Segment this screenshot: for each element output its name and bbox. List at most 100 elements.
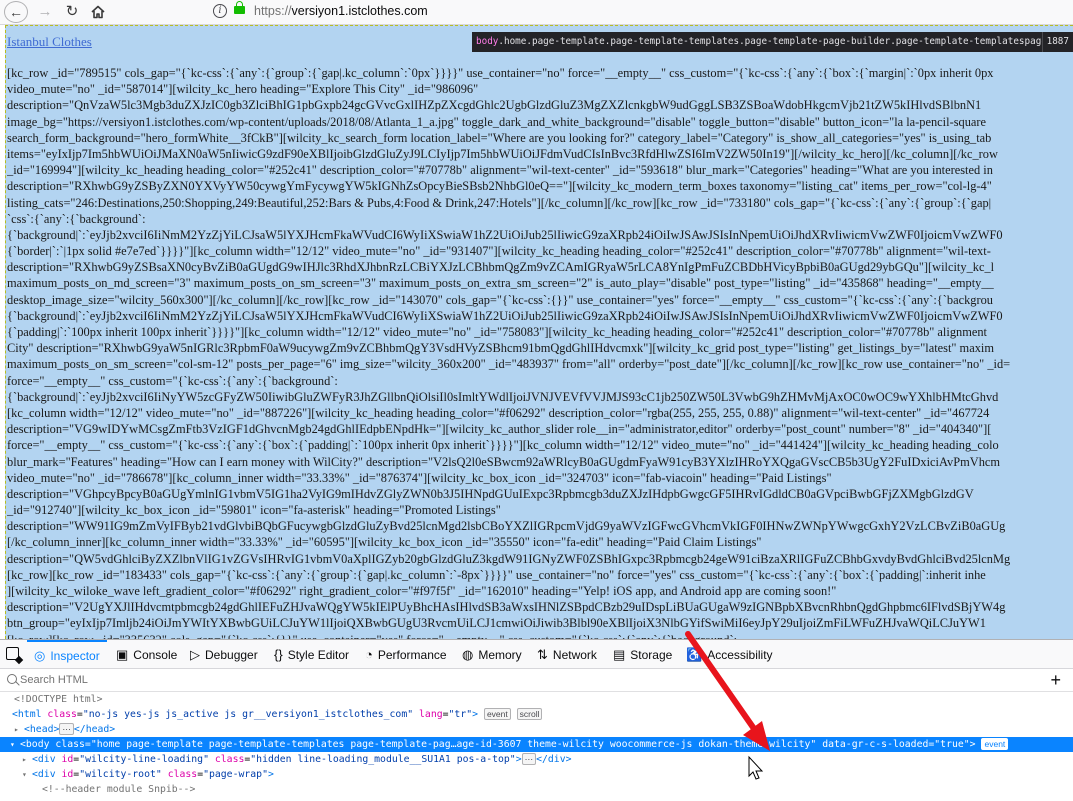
collapsed-ellipsis[interactable]: ⋯	[521, 753, 537, 765]
infobar-tag: body	[476, 36, 499, 47]
markup-view: <!DOCTYPE html> <html class="no-js yes-j…	[0, 692, 1073, 801]
tab-label: Console	[133, 647, 178, 662]
shortcode-line: maximum_posts_on_md_screen="3" maximum_p…	[7, 276, 994, 291]
shortcode-line: description="WW91IG9mZmVyIFByb21vdGlvbiB…	[7, 519, 1006, 534]
reload-button[interactable]: ↻	[58, 0, 86, 24]
tab-accessibility[interactable]: ♿ Accessibility	[686, 640, 773, 668]
comment-row[interactable]: <!--header module Snpib-->	[0, 782, 1073, 797]
tab-memory[interactable]: ◍ Memory	[462, 640, 522, 668]
forward-button[interactable]: →	[31, 0, 59, 24]
attr-name: class	[167, 769, 198, 780]
tab-style-editor[interactable]: {} Style Editor	[274, 640, 349, 668]
infobar-dimensions: 1887	[1041, 32, 1073, 52]
tab-console[interactable]: ▣ Console	[116, 640, 177, 668]
shortcode-line: [/kc_column_inner][kc_column_inner width…	[7, 535, 762, 550]
tab-storage[interactable]: ▤ Storage	[613, 640, 672, 668]
expand-arrow-icon[interactable]: ▸	[0, 722, 24, 737]
html-tag-name: html	[17, 709, 42, 720]
body-tag-name: body	[25, 739, 50, 750]
comment-text: <!--header module Snpib-->	[42, 784, 196, 795]
plus-icon: +	[1050, 670, 1061, 690]
debugger-icon: ▷	[190, 646, 200, 662]
console-icon: ▣	[116, 646, 129, 662]
devtools-tabbar: ◎ Inspector ▣ Console ▷ Debugger {} Style Ed…	[0, 640, 1073, 669]
shortcode-line: {`background|`:`eyJjb2xvciI6IiNyYW5zcGFy…	[7, 389, 999, 404]
shortcode-line: btn_group="eyIxIjp7Imljb24iOiJmYWItYXBwb…	[7, 616, 986, 631]
shortcode-line: maximum_posts_on_sm_screen="col-sm-12" p…	[7, 357, 1011, 372]
div-class-value: "hidden line-loading_module__SU1A1 pos-a…	[250, 754, 516, 765]
html-node-row[interactable]: <html class="no-js yes-js js_active js g…	[0, 707, 1073, 722]
shortcode-line: image_bg="https://versiyon1.istclothes.c…	[7, 114, 987, 129]
site-title-link[interactable]: Istanbul Clothes	[7, 34, 92, 50]
div-wilcity-root-row[interactable]: ▾ <div id="wilcity-root" class="page-wrap…	[0, 767, 1073, 782]
div-class-value: "page-wrap"	[203, 769, 268, 780]
shortcode-line: desktop_image_size="wilcity_560x300"][/k…	[7, 292, 993, 307]
body-node-row-selected[interactable]: ▾ <body class="home page-template page-te…	[0, 737, 1073, 752]
tab-performance[interactable]: ◔ Performance	[365, 640, 447, 668]
performance-icon: ◔	[365, 646, 373, 662]
shortcode-line: {`background|`:`eyJjb2xvciI6IiNmM2YzZjYi…	[7, 308, 1003, 323]
expand-arrow-icon[interactable]: ▸	[0, 752, 32, 767]
search-html-input[interactable]	[20, 671, 920, 689]
shortcode-line: [kc_row _id="789515" cols_gap="{`kc-css`…	[7, 66, 994, 80]
doctype-row[interactable]: <!DOCTYPE html>	[0, 692, 1073, 707]
network-icon: ⇅	[537, 646, 548, 662]
info-icon[interactable]: i	[213, 4, 227, 18]
back-button[interactable]: ←	[4, 1, 28, 23]
tab-label: Debugger	[205, 647, 258, 662]
shortcode-line: [kc_row][kc_row _id="335632" cols_gap="{…	[7, 632, 1073, 639]
div-close-tag: </div>	[536, 754, 572, 765]
shortcode-line: {`border|`:`|1px solid #e7e7ed`}}}}"][kc…	[7, 244, 991, 259]
inspector-icon: ◎	[34, 647, 46, 663]
event-badge[interactable]: event	[483, 708, 511, 720]
tab-label: Style Editor	[287, 647, 350, 662]
head-node-row[interactable]: ▸ <head> ⋯ </head>	[0, 722, 1073, 737]
node-infobar: body.home.page-template.page-template-te…	[472, 32, 1073, 52]
lock-icon[interactable]	[234, 1, 245, 14]
shortcode-line: video_mute="no" _id="786678"][kc_column_…	[7, 470, 832, 485]
attr-name: class	[55, 739, 85, 750]
element-picker-icon[interactable]	[6, 647, 19, 660]
url-bar[interactable]: i https://versiyon1.istclothes.com	[206, 0, 1073, 24]
infobar-classes: .home.page-template.page-template-templa…	[498, 36, 1073, 47]
head-tag-name: head	[29, 724, 54, 735]
accessibility-icon: ♿	[686, 646, 703, 662]
url-text[interactable]: https://versiyon1.istclothes.com	[254, 4, 428, 18]
arrow-right-icon: →	[37, 3, 53, 20]
shortcode-line: force="__empty__" css_custom="{`kc-css`:…	[7, 438, 999, 453]
add-node-button[interactable]: +	[1050, 669, 1061, 691]
markup-search-bar: +	[0, 669, 1073, 692]
div-id-value: "wilcity-root"	[79, 769, 162, 780]
shortcode-line: _id="169994"][wilcity_kc_heading heading…	[7, 163, 993, 178]
collapse-arrow-icon[interactable]: ▾	[0, 737, 20, 752]
style-editor-icon: {}	[274, 646, 283, 662]
tab-label: Accessibility	[707, 647, 773, 662]
collapsed-ellipsis[interactable]: ⋯	[59, 723, 74, 735]
memory-icon: ◍	[462, 646, 474, 662]
shortcode-line: blur_mark="Features" heading="How can I …	[7, 454, 1001, 469]
attr-name: id	[61, 754, 74, 765]
arrow-left-icon: ←	[9, 4, 23, 20]
attr-name: data-gr-c-s-loaded	[822, 739, 929, 750]
tab-debugger[interactable]: ▷ Debugger	[190, 640, 258, 668]
doctype-text: <!DOCTYPE html>	[14, 694, 103, 705]
shortcode-line: [kc_row][kc_row _id="183433" cols_gap="{…	[7, 567, 986, 582]
tab-label: Performance	[377, 647, 447, 662]
scroll-badge[interactable]: scroll	[516, 708, 543, 720]
home-button[interactable]	[84, 0, 112, 24]
html-class-value: "no-js yes-js js_active js gr__versiyon1…	[82, 709, 414, 720]
tab-network[interactable]: ⇅ Network	[537, 640, 597, 668]
page-viewport[interactable]: Istanbul Clothes body.home.page-template…	[0, 25, 1073, 639]
collapse-arrow-icon[interactable]: ▾	[0, 767, 32, 782]
search-icon	[7, 674, 17, 684]
shortcode-line: `css`:{`any`:{`background`:	[7, 211, 146, 226]
shortcode-line: items="eyIxIjp7Im5hbWUiOiJMaXN0aW5nIiwic…	[7, 146, 998, 161]
attr-name: id	[61, 769, 74, 780]
tab-inspector[interactable]: ◎ Inspector	[27, 640, 107, 668]
div-id-value: "wilcity-line-loading"	[79, 754, 209, 765]
reload-icon: ↻	[65, 3, 79, 20]
shortcode-line: description="V2UgYXJlIHdvcmtpbmcgb24gdGh…	[7, 600, 1006, 615]
div-line-loading-row[interactable]: ▸ <div id="wilcity-line-loading" class="h…	[0, 752, 1073, 767]
shortcode-line: force="__empty__" css_custom="{`kc-css`:…	[7, 373, 338, 388]
event-badge[interactable]: event	[981, 738, 1009, 750]
